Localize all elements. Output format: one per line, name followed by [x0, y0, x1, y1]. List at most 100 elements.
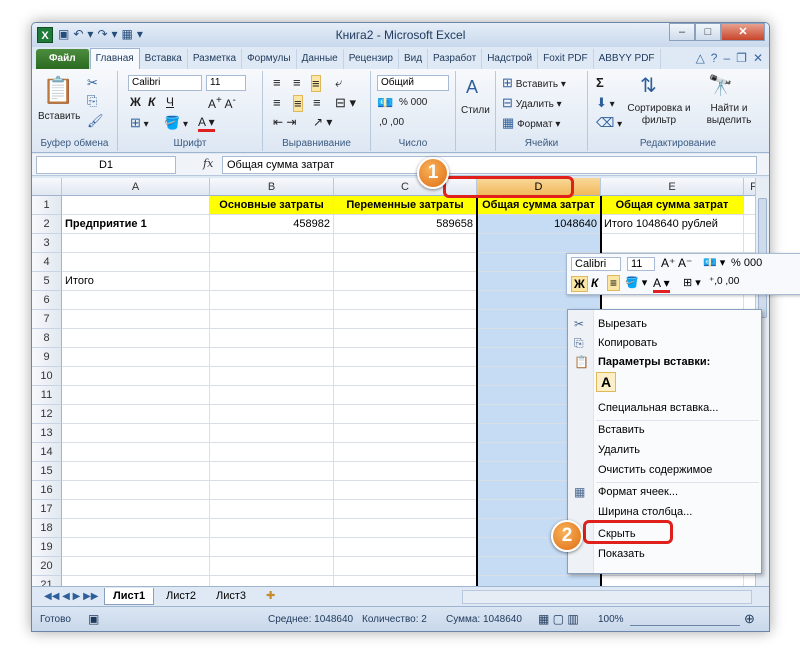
align-right-icon[interactable]: ≡: [313, 95, 321, 110]
styles-icon[interactable]: A: [466, 77, 478, 98]
row-header-11[interactable]: 11: [32, 386, 62, 405]
tab-view[interactable]: Вид: [399, 49, 429, 69]
font-size-select[interactable]: 11: [206, 75, 246, 91]
cell-a5[interactable]: Итого: [62, 272, 210, 291]
tab-data[interactable]: Данные: [297, 49, 344, 69]
percent-button[interactable]: % 000: [399, 97, 427, 108]
menu-format-cells[interactable]: Формат ячеек...: [598, 486, 678, 498]
cell-b10[interactable]: [210, 367, 334, 386]
row-header-21[interactable]: 21: [32, 576, 62, 586]
paste-icon[interactable]: 📋: [42, 75, 74, 106]
row-header-14[interactable]: 14: [32, 443, 62, 462]
cell-b15[interactable]: [210, 462, 334, 481]
cell-c10[interactable]: [334, 367, 477, 386]
clear-icon[interactable]: ⌫ ▾: [596, 115, 622, 131]
align-left-icon[interactable]: ≡: [273, 95, 281, 110]
menu-show[interactable]: Показать: [598, 548, 645, 560]
underline-button[interactable]: Ч: [166, 95, 174, 109]
indent-icon[interactable]: ⇤ ⇥: [273, 115, 296, 129]
mini-currency-icon[interactable]: 💶 ▾: [703, 256, 725, 269]
fill-color-icon[interactable]: 🪣 ▾: [164, 115, 188, 131]
tab-abbyy[interactable]: ABBYY PDF: [594, 49, 661, 69]
mini-font-color-icon[interactable]: A ▾: [653, 276, 670, 293]
sheet-tab-2[interactable]: Лист2: [158, 588, 204, 605]
tab-file[interactable]: Файл: [36, 49, 90, 69]
column-header-b[interactable]: B: [210, 178, 334, 196]
cell-c11[interactable]: [334, 386, 477, 405]
menu-paste-special[interactable]: Специальная вставка...: [598, 402, 718, 414]
cell-a8[interactable]: [62, 329, 210, 348]
cell-f21[interactable]: [744, 576, 755, 586]
cell-a17[interactable]: [62, 500, 210, 519]
macro-record-icon[interactable]: ▣: [88, 612, 99, 626]
sheet-tab-3[interactable]: Лист3: [208, 588, 254, 605]
ribbon-collapse-icon[interactable]: △: [696, 51, 705, 65]
font-name-select[interactable]: Calibri: [128, 75, 202, 91]
cell-a19[interactable]: [62, 538, 210, 557]
sheet-tab-1[interactable]: Лист1: [104, 588, 155, 605]
cell-b16[interactable]: [210, 481, 334, 500]
borders-icon[interactable]: ⊞ ▾: [130, 115, 149, 131]
cells-format-button[interactable]: ▦ Формат ▾: [502, 115, 560, 131]
zoom-level[interactable]: 100%: [598, 614, 624, 625]
tab-addins[interactable]: Надстрой: [482, 49, 539, 69]
view-buttons[interactable]: ▦ ▢ ▥: [538, 612, 579, 626]
row-header-18[interactable]: 18: [32, 519, 62, 538]
mini-font-select[interactable]: Calibri: [571, 257, 621, 271]
cell-f1[interactable]: [744, 196, 755, 215]
cell-b8[interactable]: [210, 329, 334, 348]
cell-a1[interactable]: [62, 196, 210, 215]
tab-page-layout[interactable]: Разметка: [188, 49, 243, 69]
mini-size-select[interactable]: 11: [627, 257, 655, 271]
cell-a12[interactable]: [62, 405, 210, 424]
cell-c16[interactable]: [334, 481, 477, 500]
help-icon[interactable]: ?: [711, 51, 718, 65]
mini-fill-icon[interactable]: 🪣 ▾: [625, 276, 647, 289]
tab-foxit[interactable]: Foxit PDF: [538, 49, 594, 69]
row-header-1[interactable]: 1: [32, 196, 62, 215]
cut-icon[interactable]: ✂: [87, 75, 98, 91]
sort-filter-button[interactable]: Сортировка и фильтр: [624, 103, 694, 127]
tab-home[interactable]: Главная: [89, 48, 140, 69]
orientation-icon[interactable]: ↗ ▾: [313, 115, 332, 129]
column-header-a[interactable]: A: [62, 178, 210, 196]
zoom-slider[interactable]: [630, 612, 740, 626]
cell-a21[interactable]: [62, 576, 210, 586]
row-header-19[interactable]: 19: [32, 538, 62, 557]
mini-grow-font-icon[interactable]: A⁺ A⁻: [661, 256, 692, 270]
autosum-button[interactable]: Σ: [596, 75, 604, 90]
cell-b21[interactable]: [210, 576, 334, 586]
cell-a15[interactable]: [62, 462, 210, 481]
tab-insert[interactable]: Вставка: [140, 49, 188, 69]
cell-c12[interactable]: [334, 405, 477, 424]
doc-close-icon[interactable]: ✕: [753, 51, 763, 65]
number-format-select[interactable]: Общий: [377, 75, 449, 91]
cell-a9[interactable]: [62, 348, 210, 367]
row-header-16[interactable]: 16: [32, 481, 62, 500]
cell-c21[interactable]: [334, 576, 477, 586]
menu-column-width[interactable]: Ширина столбца...: [598, 506, 692, 518]
new-sheet-icon[interactable]: ✚: [258, 588, 283, 605]
menu-cut[interactable]: Вырезать: [598, 318, 647, 330]
grow-font-icon[interactable]: A+ A-: [208, 95, 236, 111]
cell-c19[interactable]: [334, 538, 477, 557]
cell-a6[interactable]: [62, 291, 210, 310]
align-center-icon[interactable]: ≡: [293, 95, 303, 112]
sort-filter-icon[interactable]: ⇅: [640, 73, 657, 98]
paste-button[interactable]: Вставить: [38, 111, 80, 122]
cell-c2[interactable]: 589658: [334, 215, 477, 234]
fx-icon[interactable]: fx: [203, 157, 213, 170]
cell-a16[interactable]: [62, 481, 210, 500]
cells-delete-button[interactable]: ⊟ Удалить ▾: [502, 95, 562, 111]
row-header-17[interactable]: 17: [32, 500, 62, 519]
mini-italic-button[interactable]: К: [591, 276, 598, 290]
cell-a18[interactable]: [62, 519, 210, 538]
cell-a2[interactable]: Предприятие 1: [62, 215, 210, 234]
cell-a3[interactable]: [62, 234, 210, 253]
cell-c18[interactable]: [334, 519, 477, 538]
italic-button[interactable]: К: [148, 95, 155, 109]
cell-c15[interactable]: [334, 462, 477, 481]
cell-a4[interactable]: [62, 253, 210, 272]
cell-b3[interactable]: [210, 234, 334, 253]
row-header-7[interactable]: 7: [32, 310, 62, 329]
